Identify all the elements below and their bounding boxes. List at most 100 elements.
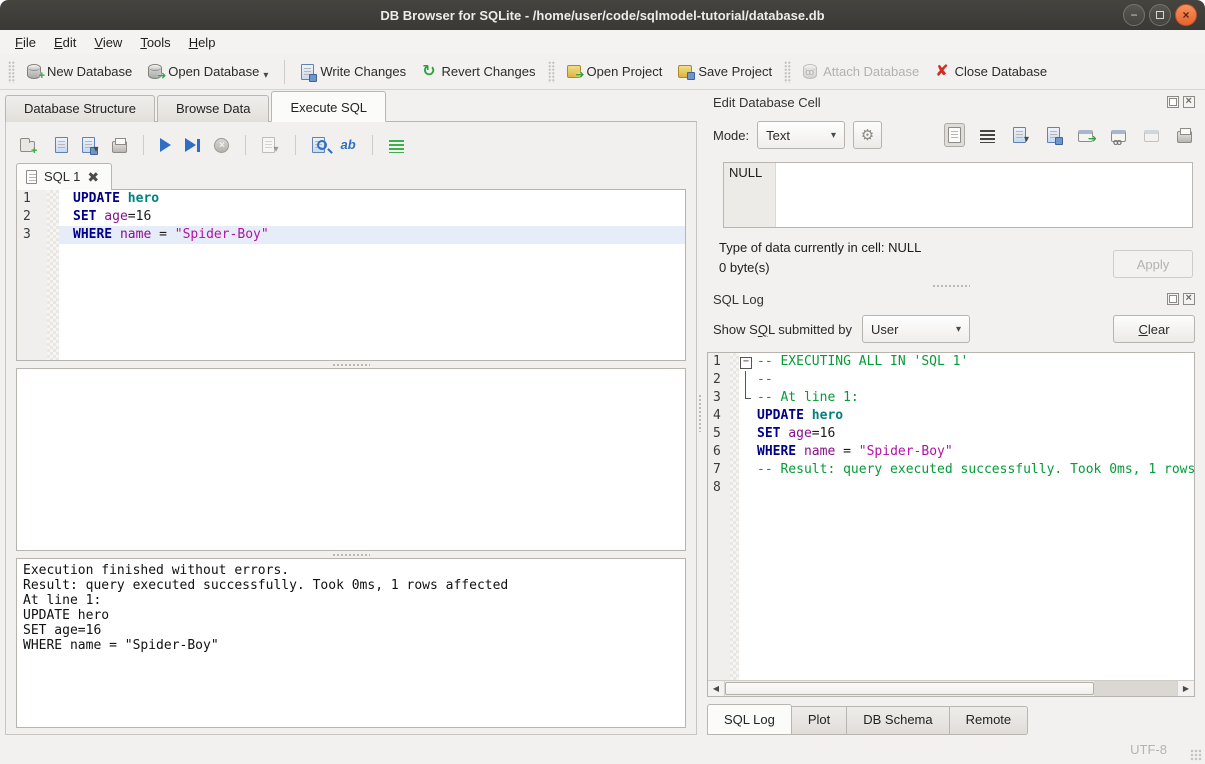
tab-execute-sql[interactable]: Execute SQL bbox=[271, 91, 386, 122]
open-project-button[interactable]: ➜ Open Project bbox=[559, 60, 671, 83]
scrollbar-thumb[interactable] bbox=[725, 682, 1094, 695]
left-panel: Database Structure Browse Data Execute S… bbox=[0, 90, 697, 735]
menu-file[interactable]: File bbox=[6, 33, 45, 52]
log-line: 2 -- bbox=[708, 371, 1194, 389]
window-controls: − × bbox=[1123, 4, 1197, 26]
execute-line-icon bbox=[185, 138, 200, 152]
word-wrap-icon bbox=[980, 130, 995, 143]
dock-section-splitter[interactable] bbox=[707, 282, 1195, 289]
dock-tab-plot[interactable]: Plot bbox=[792, 706, 847, 735]
open-sql-tab-button[interactable]: + bbox=[20, 138, 41, 152]
save-results-button[interactable]: ▾ bbox=[262, 137, 278, 153]
results-grid[interactable] bbox=[16, 368, 686, 551]
chevron-down-icon[interactable]: ▾ bbox=[263, 70, 268, 81]
chevron-down-icon[interactable]: ▾ bbox=[93, 144, 98, 155]
new-database-button[interactable]: + New Database bbox=[19, 60, 140, 83]
maximize-button[interactable] bbox=[1149, 4, 1171, 26]
open-database-button[interactable]: ➜ Open Database ▾ bbox=[140, 60, 276, 83]
dock-float-icon[interactable] bbox=[1167, 293, 1179, 305]
dock-close-icon[interactable] bbox=[1183, 293, 1195, 305]
stop-execution-button[interactable]: × bbox=[214, 138, 229, 153]
revert-changes-button[interactable]: ↻ Revert Changes bbox=[414, 60, 543, 83]
dock-tab-sql-log[interactable]: SQL Log bbox=[707, 704, 792, 735]
fold-guide bbox=[739, 389, 754, 407]
find-replace-button[interactable] bbox=[312, 137, 327, 153]
sql-log-view[interactable]: 1 -- EXECUTING ALL IN 'SQL 1' 2 -- 3 -- … bbox=[707, 352, 1195, 697]
sql-doc-tab-bar: SQL 1 ✖ bbox=[16, 160, 686, 189]
resize-grip-icon[interactable] bbox=[1190, 749, 1202, 761]
results-messages-splitter[interactable] bbox=[16, 551, 686, 558]
print-icon bbox=[1177, 131, 1192, 143]
minimize-button[interactable]: − bbox=[1123, 4, 1145, 26]
apply-button[interactable]: Apply bbox=[1113, 250, 1193, 278]
cell-value-editor[interactable]: NULL bbox=[723, 162, 1193, 228]
print-cell-button[interactable] bbox=[1174, 125, 1195, 146]
title-bar[interactable]: DB Browser for SQLite - /home/user/code/… bbox=[0, 0, 1205, 30]
set-null-button[interactable] bbox=[1141, 125, 1162, 145]
scrollbar-track[interactable] bbox=[1094, 681, 1177, 696]
link-icon: oo bbox=[1111, 130, 1126, 142]
open-in-external-button[interactable]: ➜ bbox=[1075, 125, 1096, 145]
close-icon: × bbox=[1182, 9, 1189, 21]
toolbar-grip[interactable] bbox=[784, 61, 791, 83]
scroll-right-icon[interactable]: ▶ bbox=[1177, 681, 1194, 696]
menu-help[interactable]: Help bbox=[180, 33, 225, 52]
tab-browse-data[interactable]: Browse Data bbox=[157, 95, 269, 122]
close-database-icon: ✘ bbox=[935, 64, 948, 79]
menu-tools[interactable]: Tools bbox=[131, 33, 179, 52]
print-sql-button[interactable] bbox=[112, 138, 127, 153]
export-data-button[interactable] bbox=[1044, 124, 1063, 146]
sql-doc-tab[interactable]: SQL 1 ✖ bbox=[16, 163, 112, 190]
right-dock: Edit Database Cell Mode: Text ▾ ⚙ ▾ ➜ bbox=[703, 90, 1205, 735]
tab-database-structure[interactable]: Database Structure bbox=[5, 95, 155, 122]
log-filter-select[interactable]: User ▾ bbox=[862, 315, 970, 343]
menu-edit[interactable]: Edit bbox=[45, 33, 85, 52]
save-sql-file-button[interactable]: ▾ bbox=[82, 137, 98, 153]
close-database-button[interactable]: ✘ Close Database bbox=[927, 60, 1055, 83]
dock-tab-db-schema[interactable]: DB Schema bbox=[847, 706, 949, 735]
log-filter-label: Show SQL submitted by bbox=[713, 322, 852, 337]
auto-apply-button[interactable]: ⚙ bbox=[853, 121, 882, 149]
sql-line-current: 3 WHERE name = "Spider-Boy" bbox=[17, 226, 685, 244]
clear-log-button[interactable]: Clear bbox=[1113, 315, 1195, 343]
editor-results-splitter[interactable] bbox=[16, 361, 686, 368]
save-project-button[interactable]: Save Project bbox=[670, 60, 780, 83]
dock-tab-remote[interactable]: Remote bbox=[950, 706, 1029, 735]
cell-edit-area[interactable] bbox=[776, 163, 1192, 227]
dock-float-icon[interactable] bbox=[1167, 96, 1179, 108]
close-tab-icon[interactable]: ✖ bbox=[87, 170, 99, 184]
toolbar-separator bbox=[245, 135, 246, 155]
marker-strip bbox=[730, 371, 739, 389]
import-data-button[interactable]: ▾ bbox=[1010, 124, 1032, 146]
toolbar-grip[interactable] bbox=[8, 61, 15, 83]
auto-format-button[interactable]: ab bbox=[341, 137, 356, 153]
sql-editor[interactable]: 1 UPDATE hero 2 SET age=16 3 WHERE name … bbox=[16, 189, 686, 361]
cell-null-gutter: NULL bbox=[724, 163, 776, 227]
marker-strip bbox=[730, 407, 739, 425]
word-wrap-button[interactable] bbox=[977, 125, 998, 146]
editor-empty-area[interactable] bbox=[17, 244, 685, 360]
scroll-left-icon[interactable]: ◀ bbox=[708, 681, 725, 696]
fold-toggle-icon[interactable] bbox=[739, 353, 754, 371]
attach-database-button[interactable]: oo Attach Database bbox=[795, 60, 927, 83]
menu-view[interactable]: View bbox=[85, 33, 131, 52]
open-sql-file-button[interactable] bbox=[55, 137, 68, 153]
cell-editor-icons: ▾ ➜ oo bbox=[944, 123, 1195, 147]
log-horizontal-scrollbar[interactable]: ◀ ▶ bbox=[708, 680, 1194, 696]
text-mode-button[interactable] bbox=[944, 123, 965, 147]
print-icon bbox=[112, 141, 127, 153]
word-wrap-button[interactable] bbox=[389, 138, 404, 153]
toolbar-grip[interactable] bbox=[548, 61, 555, 83]
execution-messages[interactable]: Execution finished without errors. Resul… bbox=[16, 558, 686, 728]
close-database-label: Close Database bbox=[955, 64, 1048, 79]
execute-all-button[interactable] bbox=[160, 138, 171, 152]
close-button[interactable]: × bbox=[1175, 4, 1197, 26]
dock-close-icon[interactable] bbox=[1183, 96, 1195, 108]
sql-log-lines: 1 -- EXECUTING ALL IN 'SQL 1' 2 -- 3 -- … bbox=[708, 353, 1194, 680]
app-window: DB Browser for SQLite - /home/user/code/… bbox=[0, 0, 1205, 764]
write-changes-button[interactable]: Write Changes bbox=[293, 60, 414, 84]
execute-line-button[interactable] bbox=[185, 138, 200, 152]
mode-select[interactable]: Text ▾ bbox=[757, 121, 845, 149]
open-database-icon: ➜ bbox=[148, 64, 162, 79]
copy-link-button[interactable]: oo bbox=[1108, 125, 1129, 145]
